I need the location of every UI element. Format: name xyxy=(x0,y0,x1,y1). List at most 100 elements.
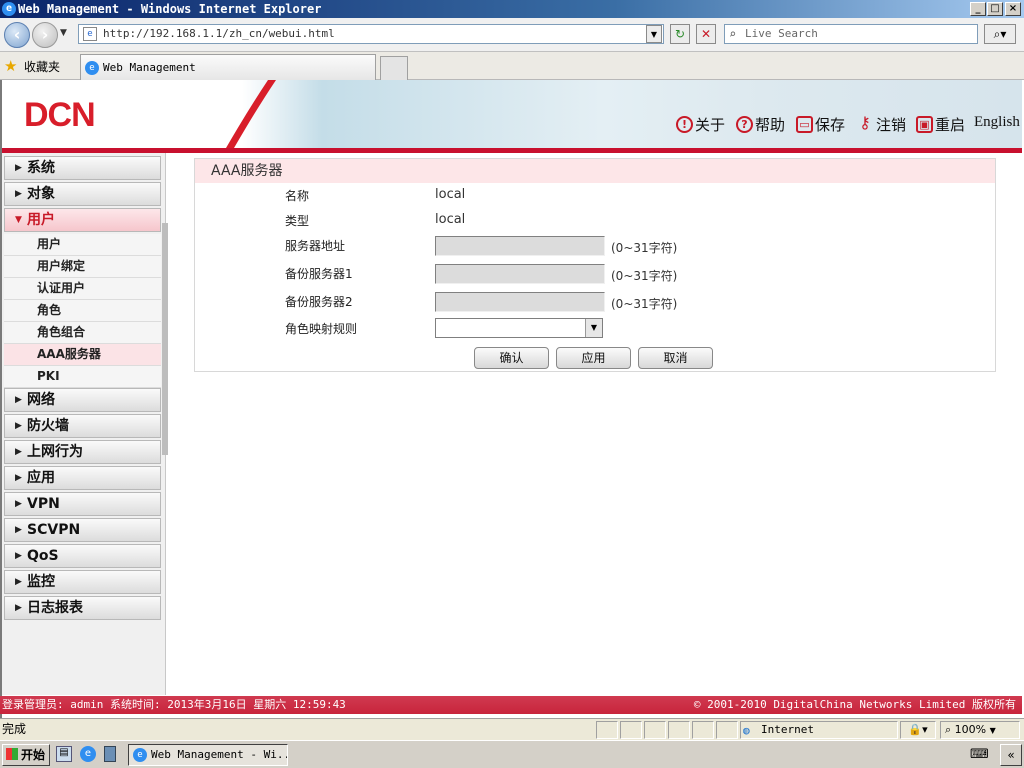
menu-firewall[interactable]: ▶ 防火墙 xyxy=(4,414,161,438)
backup-server2-label: 备份服务器2 xyxy=(285,295,353,309)
tab-title: Web Management xyxy=(103,61,196,74)
type-label: 类型 xyxy=(285,214,310,228)
history-dropdown-icon[interactable]: ▼ xyxy=(60,28,67,38)
about-link[interactable]: ! 关于 xyxy=(676,114,725,135)
start-button[interactable]: 开始 xyxy=(2,744,50,766)
chevron-down-icon[interactable]: ▼ xyxy=(585,319,602,337)
type-value: local xyxy=(435,212,466,227)
menu-internet-behavior[interactable]: ▶ 上网行为 xyxy=(4,440,161,464)
new-tab-button[interactable] xyxy=(380,56,408,80)
status-text: 完成 xyxy=(2,722,27,736)
about-label: 关于 xyxy=(695,116,726,134)
submenu-user[interactable]: 用户 xyxy=(4,234,161,256)
menu-system[interactable]: ▶ 系统 xyxy=(4,156,161,180)
zoom-control[interactable]: ⌕ 100% ▼ xyxy=(940,721,1020,739)
address-dropdown-icon[interactable]: ▼ xyxy=(646,25,662,43)
menu-label: QoS xyxy=(27,548,59,564)
address-url: http://192.168.1.1/zh_cn/webui.html xyxy=(103,27,335,40)
browser-tab[interactable]: e Web Management xyxy=(80,54,376,80)
maximize-button[interactable]: □ xyxy=(987,2,1003,16)
status-cell xyxy=(596,721,618,739)
menu-arrow-icon: ▶ xyxy=(15,603,22,613)
stop-icon[interactable]: ✕ xyxy=(696,24,716,44)
zone-indicator: ◍ Internet xyxy=(740,721,898,739)
chevron-down-icon: ▼ xyxy=(989,726,996,735)
status-cell xyxy=(716,721,738,739)
menu-label: 日志报表 xyxy=(27,600,83,616)
sidebar-collapse-handle[interactable] xyxy=(162,223,168,455)
app-quicklaunch-icon[interactable] xyxy=(104,746,116,762)
submenu-label: 角色 xyxy=(37,303,62,317)
restart-icon: ▣ xyxy=(916,116,933,133)
favorites-label[interactable]: 收藏夹 xyxy=(24,58,60,75)
menu-qos[interactable]: ▶ QoS xyxy=(4,544,161,568)
back-button[interactable]: ‹ xyxy=(4,22,30,48)
cancel-button[interactable]: 取消 xyxy=(638,347,713,369)
close-window-button[interactable]: × xyxy=(1005,2,1021,16)
menu-arrow-icon: ▶ xyxy=(15,551,22,561)
menu-label: VPN xyxy=(27,496,60,512)
submenu-user-binding[interactable]: 用户绑定 xyxy=(4,256,161,278)
menu-log-report[interactable]: ▶ 日志报表 xyxy=(4,596,161,620)
menu-vpn[interactable]: ▶ VPN xyxy=(4,492,161,516)
status-cell xyxy=(668,721,690,739)
search-input[interactable]: ⌕ Live Search xyxy=(724,24,978,44)
keyboard-icon[interactable]: ⌨ xyxy=(970,747,989,762)
name-value: local xyxy=(435,187,466,202)
help-link[interactable]: ? 帮助 xyxy=(736,114,785,135)
minimize-button[interactable]: _ xyxy=(970,2,986,16)
favorites-star-icon[interactable]: ★ xyxy=(4,57,17,75)
app-footer: 登录管理员: admin 系统时间: 2013年3月16日 星期六 12:59:… xyxy=(0,696,1022,714)
submenu-pki[interactable]: PKI xyxy=(4,366,161,388)
menu-network[interactable]: ▶ 网络 xyxy=(4,388,161,412)
window-title-bar: e Web Management - Windows Internet Expl… xyxy=(0,0,1024,18)
submenu-aaa-server[interactable]: AAA服务器 xyxy=(4,344,161,366)
save-link[interactable]: ▭ 保存 xyxy=(796,114,845,135)
logout-link[interactable]: ⚷ 注销 xyxy=(856,114,906,135)
role-mapping-select[interactable]: ▼ xyxy=(435,318,603,338)
submenu-role[interactable]: 角色 xyxy=(4,300,161,322)
restart-label: 重启 xyxy=(935,116,966,134)
submenu-label: 用户绑定 xyxy=(37,259,86,273)
backup-server1-input[interactable] xyxy=(435,264,605,284)
protected-mode-icon[interactable]: 🔒▾ xyxy=(900,721,936,739)
submenu-auth-user[interactable]: 认证用户 xyxy=(4,278,161,300)
search-button[interactable]: ⌕▾ xyxy=(984,24,1016,44)
menu-arrow-down-icon: ▼ xyxy=(15,215,22,225)
menu-arrow-icon: ▶ xyxy=(15,395,22,405)
sidebar: ▶ 系统 ▶ 对象 ▼ 用户 用户 用户绑定 认证用户 角色 角色组合 AAA服务器 … xyxy=(2,153,168,695)
menu-label: 监控 xyxy=(27,574,55,590)
english-link[interactable]: English xyxy=(974,114,1020,131)
menu-label: 用户 xyxy=(27,212,55,228)
confirm-button[interactable]: 确认 xyxy=(474,347,549,369)
desktop-icon[interactable]: ▤ xyxy=(56,746,72,762)
menu-monitor[interactable]: ▶ 监控 xyxy=(4,570,161,594)
submenu-role-combination[interactable]: 角色组合 xyxy=(4,322,161,344)
windows-logo-icon xyxy=(6,748,18,760)
menu-application[interactable]: ▶ 应用 xyxy=(4,466,161,490)
restart-link[interactable]: ▣ 重启 xyxy=(916,114,965,135)
backup-server2-input[interactable] xyxy=(435,292,605,312)
menu-objects[interactable]: ▶ 对象 xyxy=(4,182,161,206)
server-address-input[interactable] xyxy=(435,236,605,256)
backup-server1-label: 备份服务器1 xyxy=(285,267,353,281)
forward-button[interactable]: › xyxy=(32,22,58,48)
taskbar-item-ie[interactable]: e Web Management - Wi... xyxy=(128,744,288,766)
logout-key-icon: ⚷ xyxy=(859,113,871,132)
apply-button[interactable]: 应用 xyxy=(556,347,631,369)
server-address-hint: (0~31字符) xyxy=(611,241,678,255)
submenu-label: 用户 xyxy=(37,237,62,251)
menu-scvpn[interactable]: ▶ SCVPN xyxy=(4,518,161,542)
menu-user[interactable]: ▼ 用户 xyxy=(4,208,161,232)
menu-label: 系统 xyxy=(27,160,55,176)
menu-arrow-icon: ▶ xyxy=(15,525,22,535)
logout-label: 注销 xyxy=(876,116,907,134)
start-label: 开始 xyxy=(21,748,46,762)
tray-expand-icon[interactable]: « xyxy=(1000,744,1022,766)
address-bar[interactable]: e http://192.168.1.1/zh_cn/webui.html xyxy=(78,24,664,44)
ie-quicklaunch-icon[interactable]: e xyxy=(80,746,96,762)
taskbar: 开始 ▤ e e Web Management - Wi... ⌨ « xyxy=(0,740,1024,768)
help-label: 帮助 xyxy=(755,116,786,134)
refresh-icon[interactable]: ↻ xyxy=(670,24,690,44)
search-placeholder: Live Search xyxy=(745,27,818,40)
